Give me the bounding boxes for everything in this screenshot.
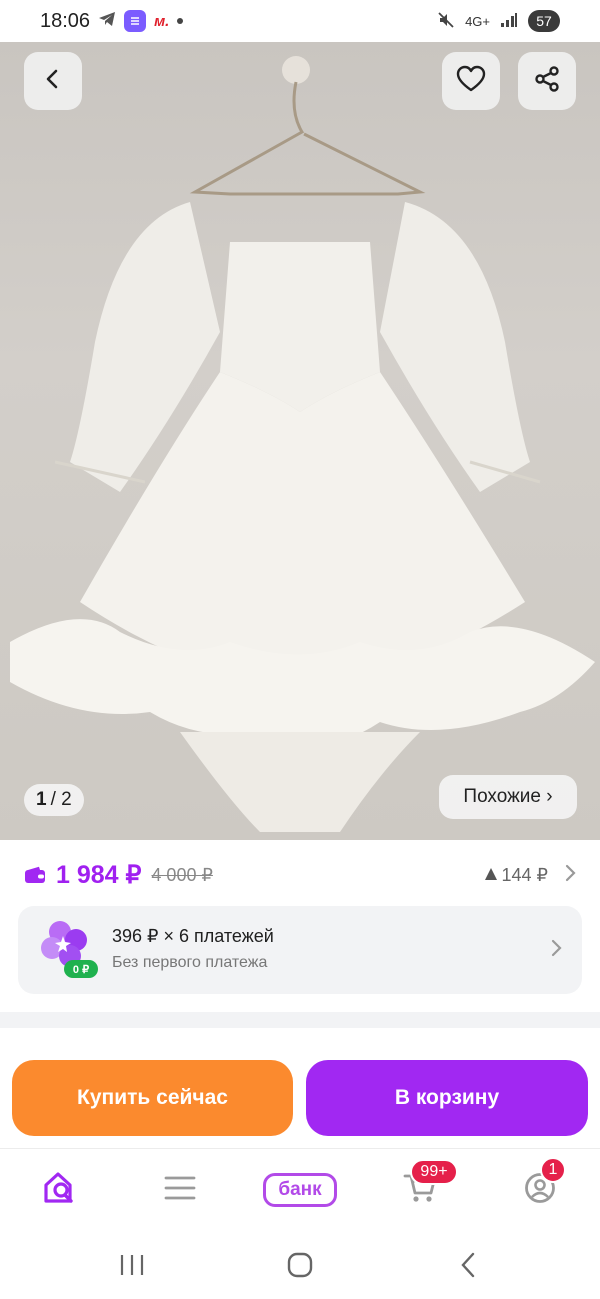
installment-badge: 0 ₽: [73, 964, 89, 976]
tab-profile[interactable]: 1: [510, 1157, 570, 1213]
old-price: 4 000 ₽: [151, 864, 213, 885]
recent-apps-button[interactable]: [112, 1252, 152, 1282]
bonus-value: 144 ₽: [501, 864, 549, 885]
installment-subtitle: Без первого платежа: [112, 954, 268, 971]
profile-badge: 1: [540, 1157, 566, 1183]
share-icon: [533, 65, 561, 98]
price-row: 1 984 ₽ 4 000 ₽ 144 ₽: [24, 858, 576, 892]
mute-icon: [437, 11, 455, 32]
dress-image: [10, 56, 595, 832]
share-button[interactable]: [518, 52, 576, 110]
product-photo[interactable]: 1 / 2 Похожие ›: [0, 42, 600, 840]
network-type: 4G+: [465, 13, 490, 29]
back-icon: [42, 68, 64, 95]
product-page: 18:06 м. 4G+ 57 1 / 2 Похожие › 1 984 ₽ …: [0, 0, 600, 1299]
bottom-tab-bar: банк 99+ 1: [0, 1148, 600, 1230]
chevron-right-icon: [550, 938, 562, 963]
similar-label: Похожие ›: [463, 786, 553, 807]
home-search-icon: [42, 1171, 78, 1210]
metro-icon: м.: [154, 12, 170, 30]
photo-counter: 1 / 2: [24, 784, 84, 816]
recent-apps-icon: [119, 1253, 145, 1282]
bank-label: банк: [263, 1173, 337, 1207]
telegram-icon: [98, 11, 116, 32]
system-back-icon: [458, 1252, 478, 1283]
menu-icon: [164, 1175, 196, 1206]
purchase-actions: Купить сейчас В корзину: [0, 1048, 600, 1148]
wallet-icon: [24, 866, 46, 884]
system-back-button[interactable]: [448, 1252, 488, 1282]
signal-icon: [500, 12, 518, 31]
system-nav-bar: [0, 1230, 600, 1299]
cart-badge: 99+: [410, 1159, 458, 1185]
installment-title: 396 ₽ × 6 платежей: [112, 926, 274, 946]
tab-home[interactable]: [30, 1167, 90, 1213]
back-button[interactable]: [24, 52, 82, 110]
photo-counter-current: 1: [36, 789, 47, 810]
tab-bank[interactable]: банк: [262, 1167, 338, 1213]
chevron-right-icon: [564, 864, 576, 887]
status-bar: 18:06 м. 4G+ 57: [0, 0, 600, 42]
favorite-button[interactable]: [442, 52, 500, 110]
bonus-points[interactable]: 144 ₽: [484, 864, 577, 887]
installment-clover-icon: 0 ₽: [36, 916, 100, 980]
tab-cart[interactable]: 99+: [390, 1159, 458, 1213]
home-circle-icon: [287, 1252, 313, 1283]
more-notifications-dot: [177, 18, 184, 24]
current-price: 1 984 ₽: [56, 861, 142, 889]
battery-indicator: 57: [528, 10, 560, 32]
triangle-up-icon: [484, 865, 498, 886]
status-time: 18:06: [40, 9, 91, 32]
tab-catalog[interactable]: [150, 1167, 210, 1213]
heart-icon: [456, 65, 486, 98]
buy-now-button[interactable]: Купить сейчас: [12, 1060, 293, 1136]
home-button[interactable]: [280, 1252, 320, 1282]
section-divider: [0, 1012, 600, 1028]
similar-button[interactable]: Похожие ›: [439, 775, 577, 819]
app-notification-icon: [124, 10, 147, 32]
installment-card[interactable]: 0 ₽ 396 ₽ × 6 платежей Без первого плате…: [18, 906, 582, 994]
photo-counter-total: / 2: [50, 789, 72, 810]
add-to-cart-button[interactable]: В корзину: [306, 1060, 588, 1136]
